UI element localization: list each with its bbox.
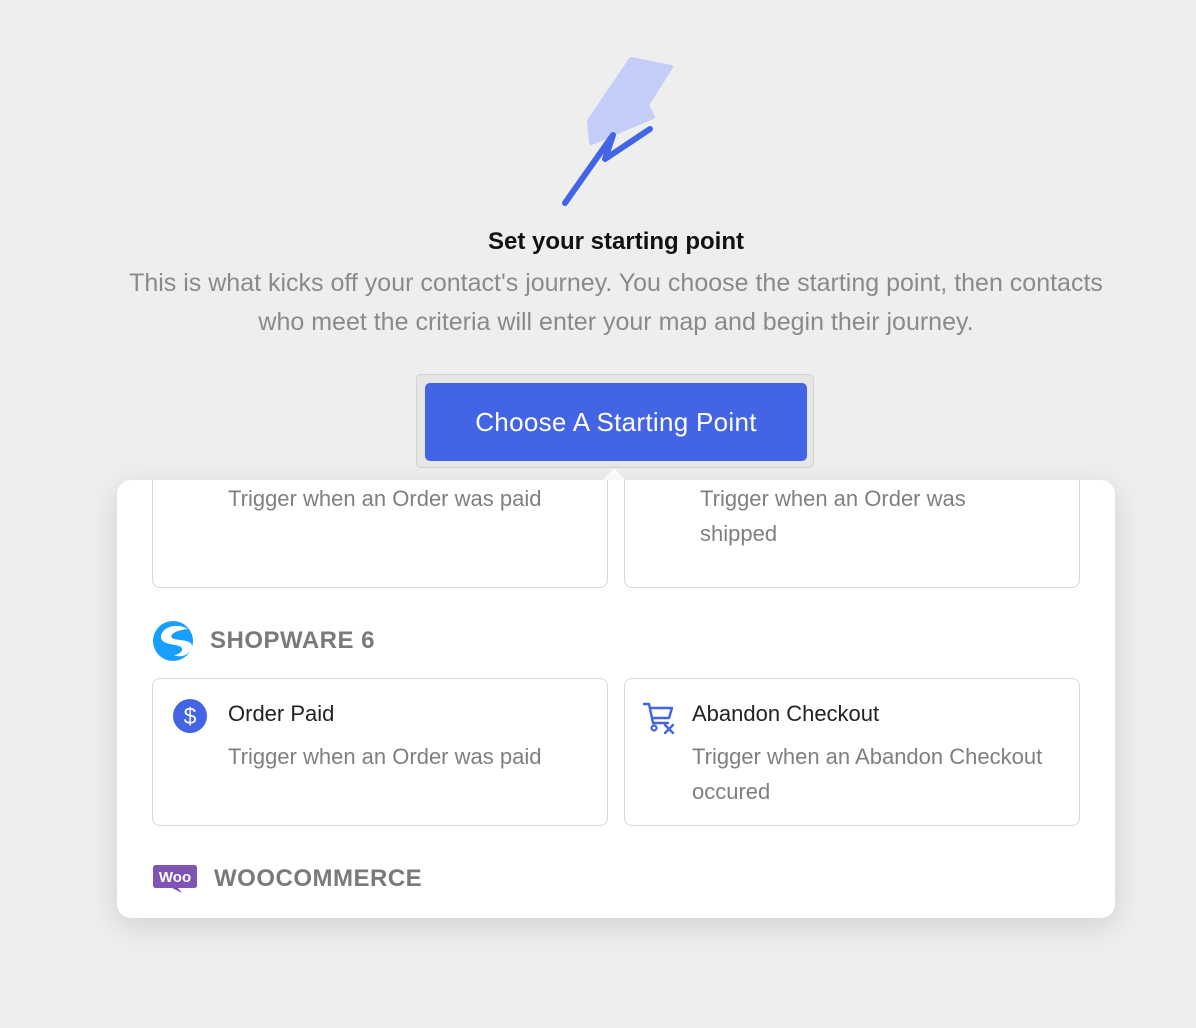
starting-point-dropdown[interactable]: Trigger when an Order was paid Trigger w… (117, 480, 1115, 918)
trigger-card-order-paid-top[interactable]: Trigger when an Order was paid (152, 480, 608, 588)
choose-starting-point-button[interactable]: Choose A Starting Point (425, 383, 807, 461)
cart-remove-icon (642, 702, 675, 735)
svg-text:$: $ (184, 703, 197, 729)
dollar-icon: $ (173, 699, 207, 733)
trigger-card-order-paid[interactable]: $ Order Paid Trigger when an Order was p… (152, 678, 608, 826)
page-title: Set your starting point (487, 228, 744, 255)
card-description: Trigger when an Order was paid (228, 486, 542, 511)
trigger-card-order-shipped-top[interactable]: Trigger when an Order was shipped (624, 480, 1080, 588)
section-header-woocommerce: Woo WOOCOMMERCE (152, 864, 422, 894)
card-description: Trigger when an Abandon Checkout occured (692, 744, 1043, 804)
lightning-bolt-icon (562, 57, 673, 206)
shopware-logo-icon (153, 621, 193, 661)
card-description: Trigger when an Order was shipped (700, 486, 966, 546)
section-label: WOOCOMMERCE (214, 865, 423, 892)
page-subtitle: This is what kicks off your contact's jo… (129, 269, 1103, 336)
woocommerce-logo-icon: Woo (153, 865, 197, 893)
card-title: Order Paid (228, 701, 335, 726)
section-label: SHOPWARE 6 (210, 627, 376, 654)
trigger-card-abandon-checkout[interactable]: Abandon Checkout Trigger when an Abandon… (624, 678, 1080, 826)
page: Set your starting point This is what kic… (0, 0, 1196, 1028)
card-title: Abandon Checkout (692, 701, 880, 726)
cta-focus-ring: Choose A Starting Point (416, 374, 814, 468)
card-description: Trigger when an Order was paid (228, 744, 542, 769)
section-header-shopware: SHOPWARE 6 (152, 620, 375, 662)
svg-text:Woo: Woo (159, 869, 191, 886)
